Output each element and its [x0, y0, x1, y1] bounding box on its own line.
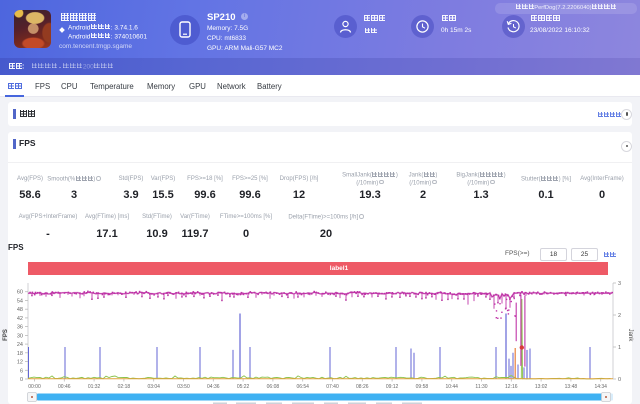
svg-text:06:54: 06:54 [296, 384, 309, 390]
svg-text:Jank: Jank [627, 329, 633, 343]
svg-text:08:26: 08:26 [356, 384, 369, 390]
svg-text:03:50: 03:50 [177, 384, 190, 390]
svg-text:0: 0 [618, 377, 621, 383]
svg-text:2: 2 [618, 313, 621, 319]
svg-text:0: 0 [20, 377, 23, 383]
svg-text:12:16: 12:16 [505, 384, 518, 390]
svg-text:6: 6 [20, 368, 23, 374]
svg-text:3: 3 [618, 281, 621, 287]
svg-text:09:12: 09:12 [386, 384, 399, 390]
svg-text:54: 54 [17, 299, 23, 305]
svg-text:FPS: FPS [3, 329, 9, 341]
svg-text:1: 1 [618, 345, 621, 351]
svg-text:36: 36 [17, 325, 23, 331]
svg-text:48: 48 [17, 307, 23, 313]
svg-text:07:40: 07:40 [326, 384, 339, 390]
svg-text:11:30: 11:30 [475, 384, 487, 390]
svg-text:12: 12 [17, 360, 23, 366]
svg-text:03:04: 03:04 [147, 384, 160, 390]
svg-text:00:00: 00:00 [28, 384, 41, 390]
svg-text:09:58: 09:58 [416, 384, 429, 390]
svg-text:04:36: 04:36 [207, 384, 220, 390]
svg-text:02:18: 02:18 [118, 384, 131, 390]
svg-text:13:48: 13:48 [565, 384, 578, 390]
svg-text:30: 30 [17, 333, 23, 339]
svg-text:18: 18 [17, 351, 23, 357]
svg-text:24: 24 [17, 342, 23, 348]
svg-text:06:08: 06:08 [267, 384, 280, 390]
svg-text:14:34: 14:34 [594, 384, 607, 390]
svg-text:10:44: 10:44 [445, 384, 458, 390]
svg-text:42: 42 [17, 316, 23, 322]
svg-text:00:46: 00:46 [58, 384, 71, 390]
svg-text:13:02: 13:02 [535, 384, 548, 390]
svg-text:05:22: 05:22 [237, 384, 250, 390]
svg-text:01:32: 01:32 [88, 384, 101, 390]
svg-text:60: 60 [17, 290, 23, 296]
